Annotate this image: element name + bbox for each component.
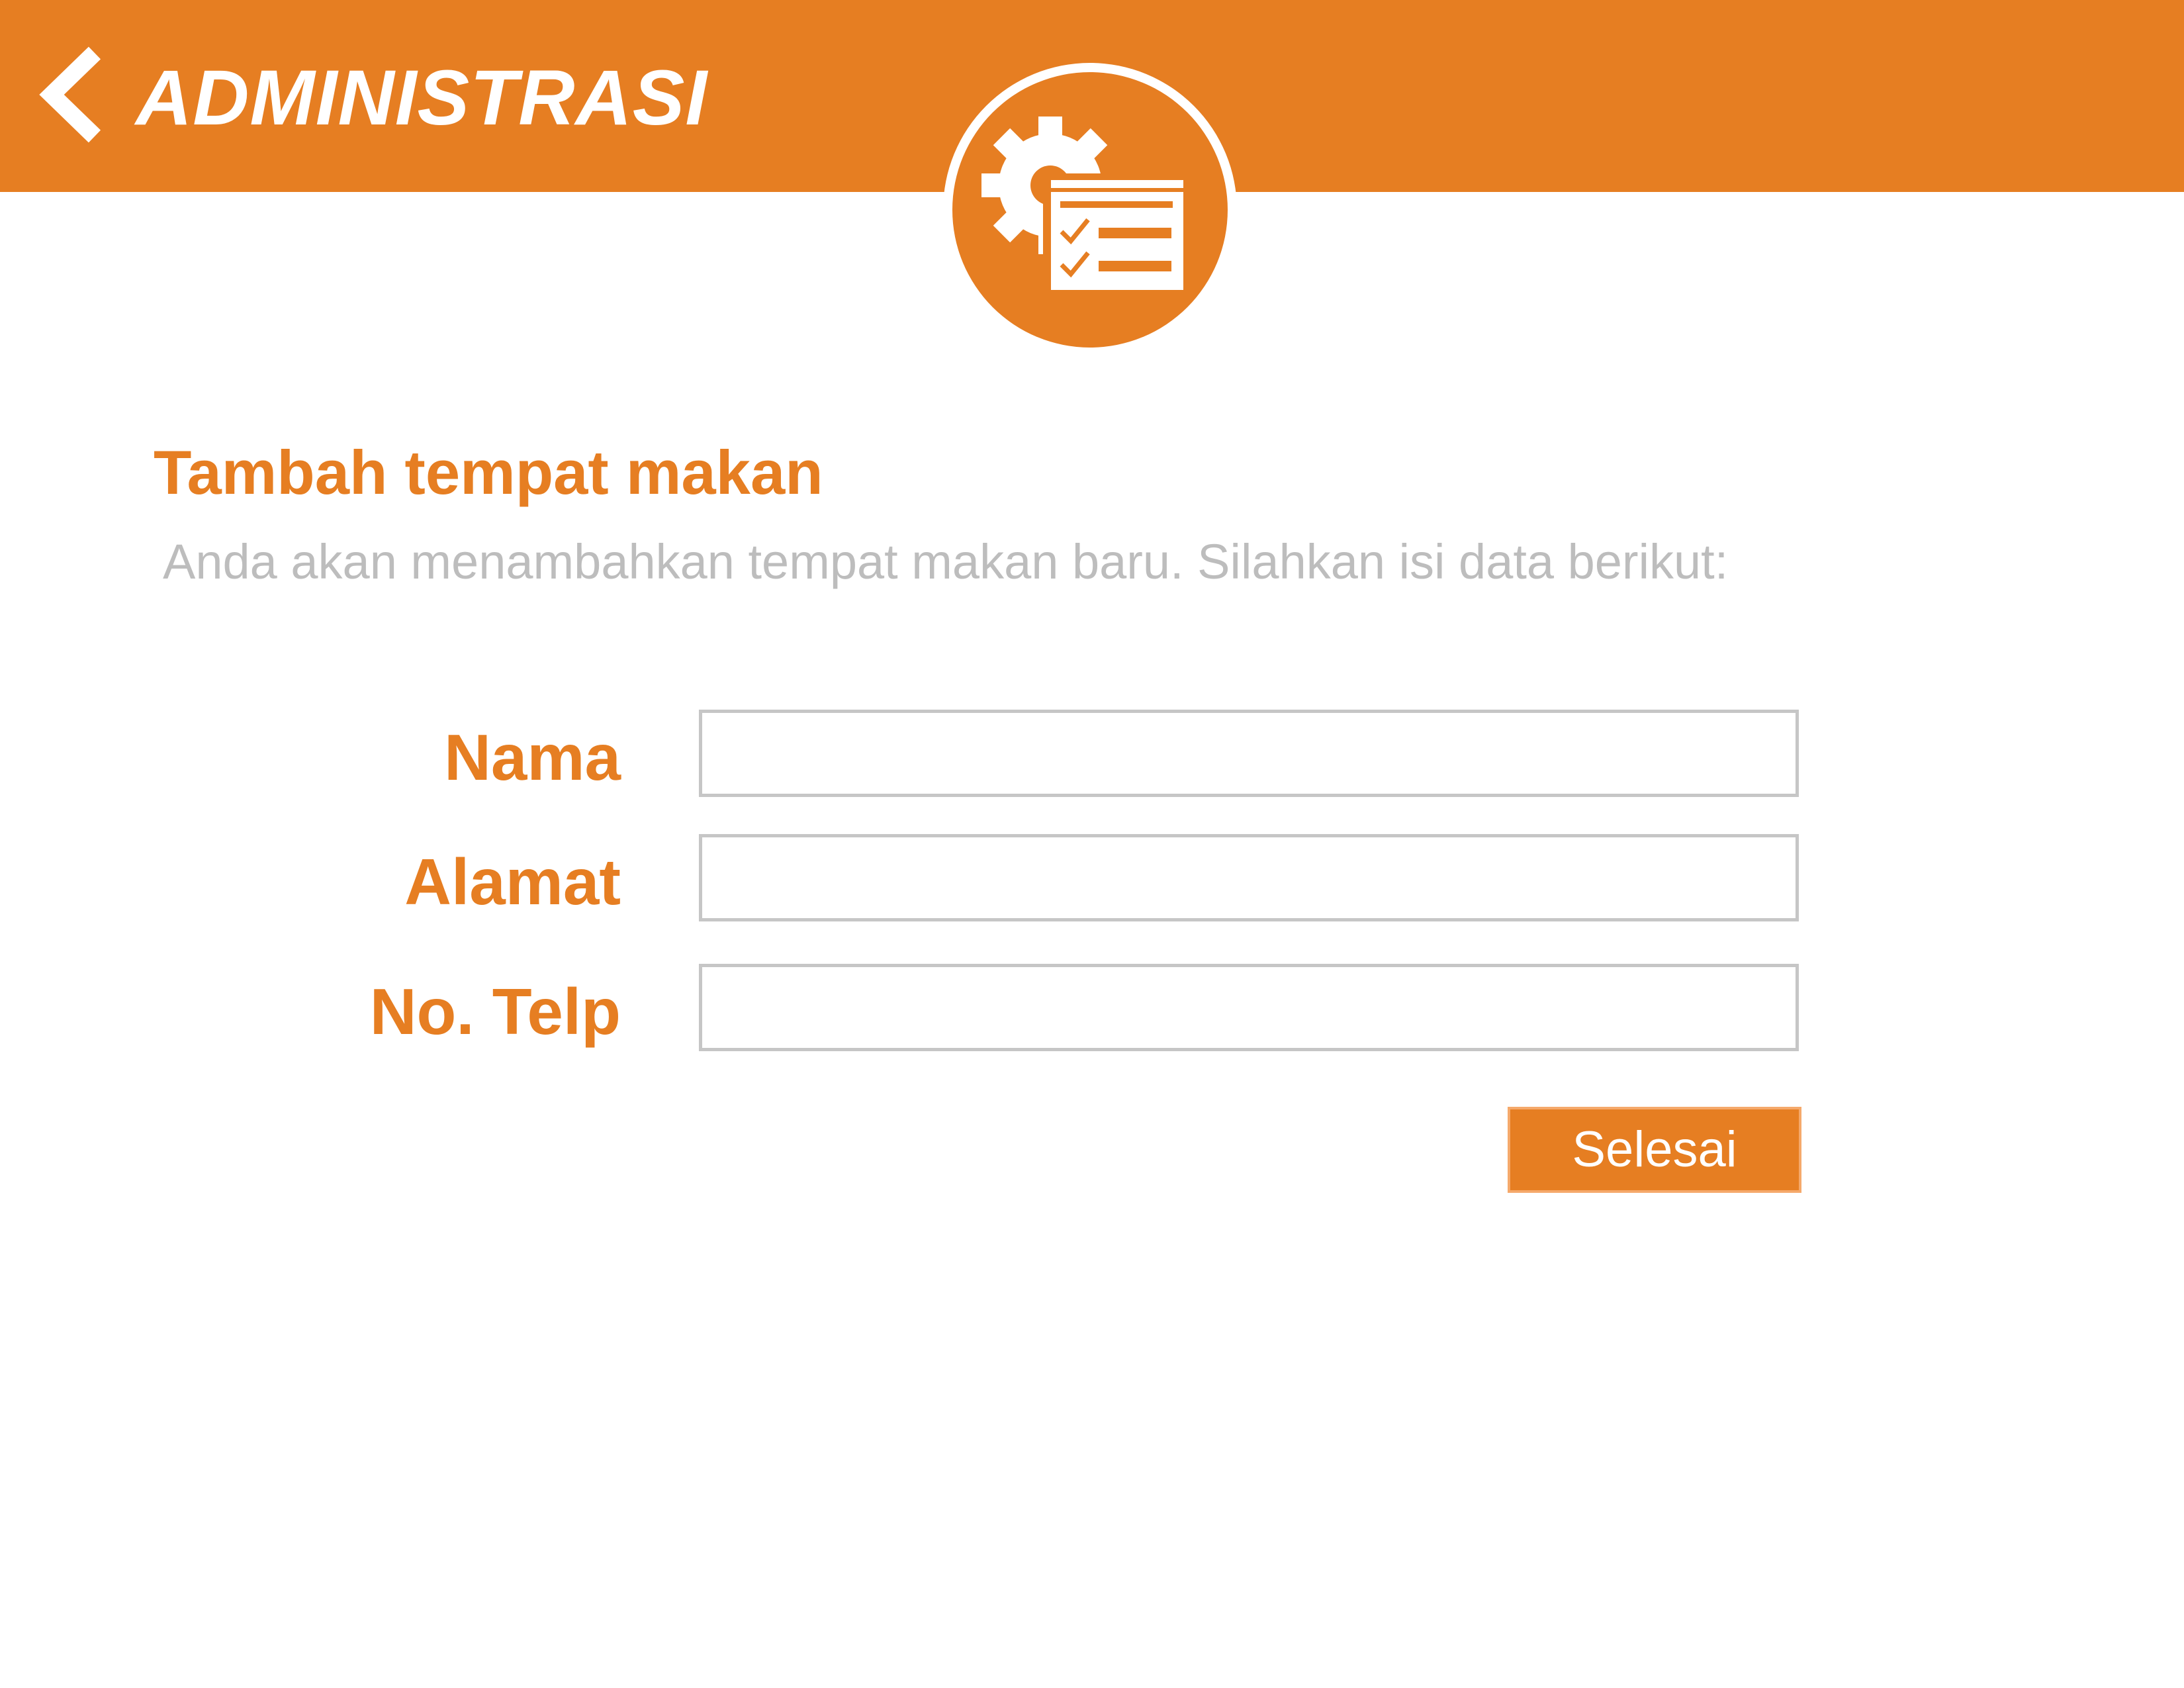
- admin-emblem: [941, 61, 1239, 359]
- alamat-label: Alamat: [404, 845, 621, 918]
- telp-label: No. Telp: [369, 975, 621, 1048]
- nama-input[interactable]: [699, 710, 1799, 797]
- form-heading: Tambah tempat makan: [154, 438, 823, 507]
- page-title: ADMINISTRASI: [136, 54, 708, 142]
- alamat-input[interactable]: [699, 834, 1799, 921]
- page: ADMINISTRASI Tambah tempat makan Anda ak…: [0, 0, 2184, 1688]
- nama-label: Nama: [444, 721, 621, 794]
- back-button[interactable]: [32, 45, 111, 144]
- form-subtitle: Anda akan menambahkan tempat makan baru.…: [163, 534, 1729, 589]
- chevron-left-icon: [39, 46, 101, 143]
- gear-checklist-icon: [943, 63, 1237, 357]
- telp-input[interactable]: [699, 964, 1799, 1051]
- selesai-button[interactable]: Selesai: [1508, 1107, 1801, 1193]
